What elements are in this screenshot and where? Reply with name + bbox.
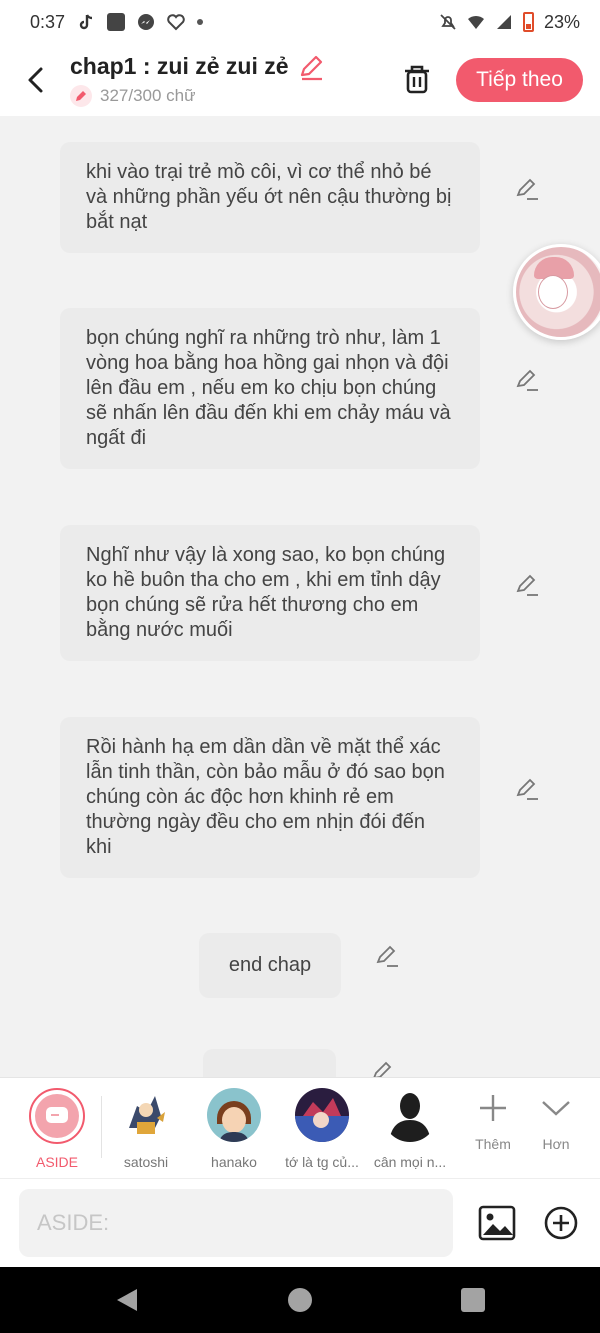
message-bubble-partial[interactable] [203, 1049, 336, 1077]
more-label: Hơn [542, 1136, 570, 1152]
character-silhouette[interactable]: cân mọi n... [370, 1088, 450, 1170]
messenger-icon [138, 14, 155, 30]
image-icon[interactable] [478, 1205, 516, 1241]
back-arrow-icon[interactable] [22, 60, 52, 100]
character-name: cân mọi n... [373, 1154, 447, 1170]
message-bubble[interactable]: khi vào trại trẻ mồ côi, vì cơ thể nhỏ b… [60, 142, 480, 253]
more-button[interactable]: Hơn [526, 1092, 586, 1152]
edit-title-pencil-icon[interactable] [296, 52, 326, 82]
edit-pencil-icon[interactable] [514, 572, 540, 598]
avatar [295, 1088, 349, 1142]
system-nav-bar [0, 1267, 600, 1333]
chapter-title: chap1 : zui zẻ zui zẻ [70, 53, 289, 79]
edit-pencil-icon[interactable] [514, 776, 540, 802]
input-bar [0, 1178, 600, 1267]
chevron-down-icon [542, 1101, 570, 1116]
character-name: ASIDE [35, 1154, 78, 1170]
character-satoshi[interactable]: satoshi [106, 1088, 186, 1170]
plus-icon [480, 1095, 506, 1121]
chat-area[interactable]: khi vào trại trẻ mồ côi, vì cơ thể nhỏ b… [0, 116, 600, 1077]
battery-icon [522, 12, 534, 32]
signal-icon [496, 15, 511, 29]
message-bubble[interactable]: Rồi hành hạ em dần dần về mặt thể xác lẫ… [60, 717, 480, 878]
message-bubble[interactable]: Nghĩ như vậy là xong sao, ko bọn chúng k… [60, 525, 480, 661]
chat-bubble-icon [46, 1107, 68, 1123]
edit-pencil-icon[interactable] [370, 1059, 396, 1077]
nav-recents-icon[interactable] [461, 1288, 485, 1312]
heart-app-icon [167, 14, 185, 31]
edit-pencil-icon[interactable] [374, 943, 400, 969]
character-name: tớ là tg củ... [285, 1154, 359, 1170]
word-count-pencil-icon [70, 85, 92, 107]
nav-home-icon[interactable] [288, 1288, 312, 1312]
trash-icon[interactable] [400, 62, 434, 96]
next-button[interactable]: Tiếp theo [456, 58, 583, 102]
nav-back-icon[interactable] [115, 1288, 139, 1312]
floating-character-avatar[interactable] [513, 244, 600, 340]
word-count: 327/300 chữ [100, 86, 196, 105]
character-name: hanako [211, 1154, 257, 1170]
message-input[interactable] [19, 1189, 453, 1257]
mute-icon [440, 14, 456, 30]
divider [101, 1096, 102, 1158]
character-name: satoshi [123, 1154, 169, 1170]
app-notification-icon [107, 13, 126, 31]
tiktok-icon [79, 14, 93, 30]
message-bubble[interactable]: bọn chúng nghĩ ra những trò như, làm 1 v… [60, 308, 480, 469]
wifi-icon [467, 15, 484, 29]
character-bar: ASIDE satoshi hanako tớ là tg củ... cân … [0, 1077, 600, 1178]
more-notifications-icon [197, 19, 204, 25]
avatar [207, 1088, 261, 1142]
avatar [119, 1088, 173, 1142]
character-hanako[interactable]: hanako [194, 1088, 274, 1170]
status-time: 0:37 [30, 11, 66, 32]
add-label: Thêm [475, 1136, 511, 1152]
aside-avatar [29, 1088, 85, 1144]
editor-header: chap1 : zui zẻ zui zẻ 327/300 chữ Tiếp t… [0, 44, 600, 116]
status-bar: 0:37 23% [0, 0, 600, 44]
add-character-button[interactable]: Thêm [463, 1092, 523, 1152]
character-aside[interactable]: ASIDE [17, 1088, 97, 1170]
character-author[interactable]: tớ là tg củ... [282, 1088, 362, 1170]
word-count-row: 327/300 chữ [70, 85, 196, 107]
edit-pencil-icon[interactable] [514, 367, 540, 393]
edit-pencil-icon[interactable] [514, 176, 540, 202]
avatar [383, 1088, 437, 1142]
battery-percent: 23% [543, 11, 580, 32]
message-bubble[interactable]: end chap [199, 933, 341, 998]
add-circle-icon[interactable] [544, 1206, 578, 1240]
